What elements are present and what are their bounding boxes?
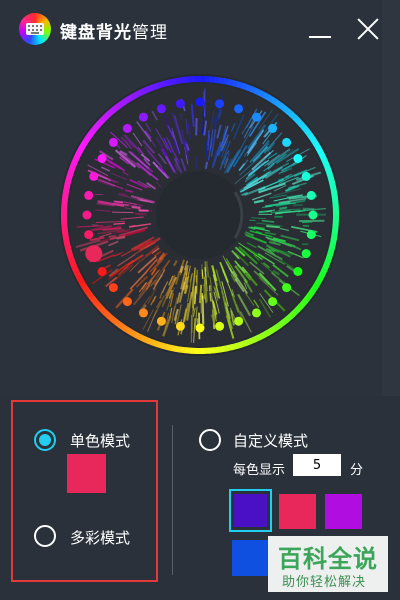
custom-swatch-4[interactable] <box>232 540 270 576</box>
panel-divider <box>172 425 173 575</box>
custom-swatch-1[interactable] <box>229 489 272 532</box>
hue-dot[interactable] <box>293 154 303 163</box>
single-color-mode-radio[interactable] <box>34 429 56 451</box>
hue-dot[interactable] <box>234 104 244 114</box>
hue-dot[interactable] <box>268 123 278 133</box>
hue-dot[interactable] <box>268 297 278 307</box>
close-icon[interactable] <box>355 16 381 42</box>
hue-dot[interactable] <box>97 154 107 163</box>
window-title-bold: 键盘背光 <box>60 23 132 43</box>
multi-color-mode-label[interactable]: 多彩模式 <box>70 527 130 548</box>
duration-unit-label: 分 <box>350 463 364 478</box>
hue-dot[interactable] <box>156 104 166 114</box>
color-wheel[interactable] <box>57 72 343 358</box>
hue-dot[interactable] <box>139 308 148 318</box>
color-wheel-graphic[interactable] <box>57 72 343 358</box>
hue-dot[interactable] <box>252 112 261 122</box>
window-title: 键盘背光管理 <box>60 18 168 43</box>
hue-dot[interactable] <box>234 316 244 326</box>
wheel-center <box>156 171 244 259</box>
minimize-icon[interactable] <box>307 16 333 42</box>
per-color-duration-label: 每色显示 <box>233 463 286 478</box>
per-color-duration-input[interactable] <box>293 454 341 476</box>
hue-dot[interactable] <box>122 297 132 307</box>
custom-swatch-2[interactable] <box>279 494 316 529</box>
custom-mode-radio[interactable] <box>199 429 221 451</box>
hue-dot[interactable] <box>82 210 92 220</box>
hue-dot[interactable] <box>301 249 311 259</box>
custom-mode-label[interactable]: 自定义模式 <box>233 430 308 451</box>
selected-hue-dot[interactable] <box>85 245 103 263</box>
hue-dot[interactable] <box>308 210 318 220</box>
hue-dot[interactable] <box>122 123 132 133</box>
rainbow-keyboard-icon <box>19 13 51 45</box>
hue-dot[interactable] <box>89 171 99 181</box>
hue-dot[interactable] <box>108 137 118 147</box>
watermark: 百科全说 助你轻松解决 <box>268 536 388 592</box>
hue-dot[interactable] <box>195 323 205 333</box>
hue-dot[interactable] <box>306 190 316 200</box>
single-color-mode-label[interactable]: 单色模式 <box>70 430 130 451</box>
title-bar: 键盘背光管理 <box>0 0 400 56</box>
hue-dot[interactable] <box>84 230 94 240</box>
hue-dot[interactable] <box>282 283 292 293</box>
hue-dot[interactable] <box>108 283 118 293</box>
hue-dot[interactable] <box>175 99 185 109</box>
hue-dot[interactable] <box>175 321 185 331</box>
hue-dot[interactable] <box>195 97 205 107</box>
window-title-normal: 管理 <box>132 23 168 43</box>
hue-dot[interactable] <box>252 308 261 318</box>
hue-dot[interactable] <box>282 137 292 147</box>
hue-dot[interactable] <box>156 316 166 326</box>
hue-dot[interactable] <box>139 112 148 122</box>
hue-dot[interactable] <box>293 267 303 276</box>
hue-dot[interactable] <box>84 190 94 200</box>
watermark-main: 百科全说 <box>278 545 378 573</box>
hue-dot[interactable] <box>97 267 107 276</box>
hue-dot[interactable] <box>215 99 225 109</box>
custom-swatch-3[interactable] <box>325 494 362 529</box>
multi-color-mode-radio[interactable] <box>34 525 56 547</box>
hue-dot[interactable] <box>306 230 316 240</box>
single-color-swatch[interactable] <box>67 454 106 493</box>
hue-dot[interactable] <box>215 321 225 331</box>
watermark-sub: 助你轻松解决 <box>282 575 367 590</box>
hue-dot[interactable] <box>301 171 311 181</box>
